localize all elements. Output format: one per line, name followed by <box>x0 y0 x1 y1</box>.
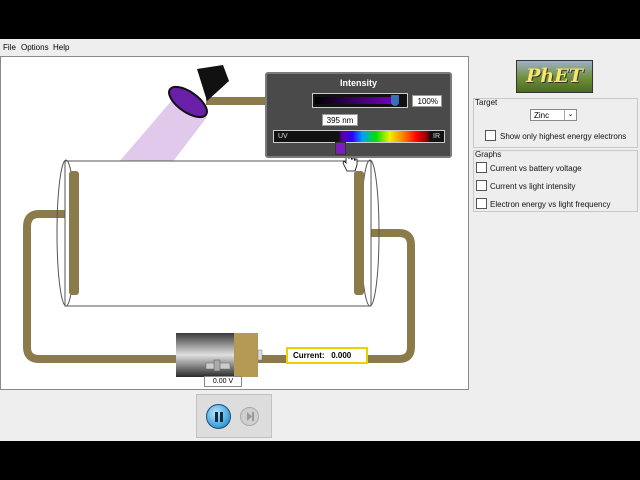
highest-energy-checkbox[interactable] <box>485 130 496 141</box>
phet-logo: PhET <box>516 60 593 93</box>
wavelength-spectrum-slider[interactable]: UV IR <box>273 130 445 143</box>
step-icon[interactable] <box>240 407 259 426</box>
current-value: 0.000 <box>331 351 352 360</box>
chevron-down-icon[interactable]: ⌄ <box>564 110 576 120</box>
right-plate <box>354 171 364 295</box>
current-readout: Current: 0.000 <box>286 347 368 364</box>
intensity-title: Intensity <box>339 78 377 88</box>
menu-file[interactable]: File <box>3 43 16 52</box>
graph-checkbox-current-voltage[interactable] <box>476 162 487 173</box>
left-plate <box>69 171 79 295</box>
target-select-value: Zinc <box>534 111 550 120</box>
menu-bar: File Options Help <box>0 39 640 56</box>
current-label: Current: <box>293 351 325 360</box>
graph-label-energy-frequency: Electron energy vs light frequency <box>490 200 611 209</box>
target-label: Target <box>475 98 498 107</box>
intensity-slider-thumb[interactable] <box>391 95 399 106</box>
lamp-arm <box>206 97 268 105</box>
spectrum-uv-label: UV <box>278 133 288 140</box>
phet-logo-text: PhET <box>526 65 583 87</box>
battery[interactable] <box>176 333 263 377</box>
graph-checkbox-energy-frequency[interactable] <box>476 198 487 209</box>
control-side-panel: PhET Target Zinc ⌄ Show only highest ene… <box>471 56 640 390</box>
playback-controls <box>196 394 272 438</box>
app-window: File Options Help Intensity 100% 395 nm … <box>0 39 640 441</box>
menu-help[interactable]: Help <box>53 43 69 52</box>
wavelength-value-field[interactable]: 395 nm <box>322 114 358 126</box>
vacuum-tube <box>64 160 372 307</box>
pause-icon[interactable] <box>206 404 231 429</box>
target-select[interactable]: Zinc ⌄ <box>530 109 577 121</box>
wavelength-slider-thumb[interactable] <box>335 142 346 155</box>
intensity-slider-fill <box>315 97 399 104</box>
graph-label-current-voltage: Current vs battery voltage <box>490 164 582 173</box>
intensity-slider[interactable] <box>312 93 408 108</box>
light-control-panel: Intensity 100% 395 nm UV IR <box>265 72 452 158</box>
intensity-value-field[interactable]: 100% <box>412 95 442 107</box>
graph-label-current-intensity: Current vs light intensity <box>490 182 576 191</box>
battery-voltage-field[interactable]: 0.00 V <box>204 376 242 387</box>
graphs-label: Graphs <box>475 150 502 159</box>
spectrum-ir-label: IR <box>433 133 440 140</box>
graph-checkbox-current-intensity[interactable] <box>476 180 487 191</box>
menu-options[interactable]: Options <box>21 43 49 52</box>
highest-energy-label: Show only highest energy electrons <box>500 132 627 141</box>
